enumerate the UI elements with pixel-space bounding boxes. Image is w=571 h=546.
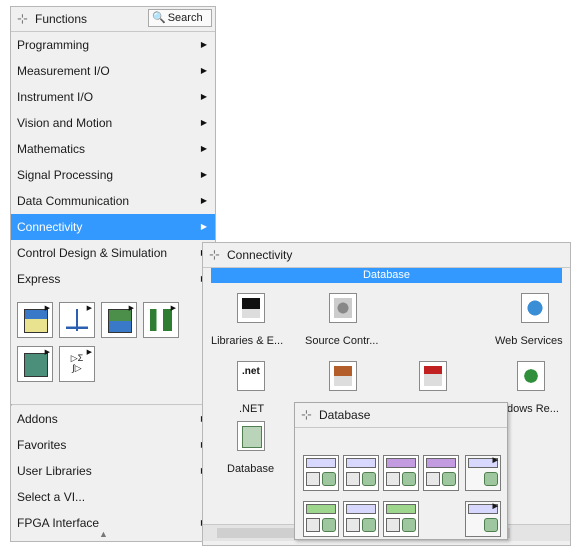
- menu-item-data-communication[interactable]: Data Communication ▶: [11, 188, 215, 214]
- search-button[interactable]: 🔍 Search: [148, 9, 212, 27]
- menu-item-label: Mathematics: [17, 142, 86, 156]
- search-icon: 🔍: [152, 12, 166, 24]
- menu-item-select-vi[interactable]: Select a VI...: [11, 484, 215, 510]
- submenu-arrow-icon: ▶: [200, 40, 207, 49]
- submenu-arrow-icon: ▶: [200, 222, 207, 231]
- submenu-arrow-icon: ▶: [200, 170, 207, 179]
- dotnet-icon[interactable]: .net: [229, 359, 269, 397]
- menu-item-vision-motion[interactable]: Vision and Motion ▶: [11, 110, 215, 136]
- db-utility-subpalette-icon[interactable]: ▶: [465, 501, 501, 537]
- scroll-down-icon[interactable]: ▲: [99, 529, 108, 539]
- menu-item-express[interactable]: Express▶: [11, 266, 215, 292]
- menu-item-user-libraries[interactable]: User Libraries▶: [11, 458, 215, 484]
- activex-connect-icon[interactable]: [321, 359, 361, 397]
- pin-icon[interactable]: ⊹: [301, 407, 312, 423]
- menu-item-label: Select a VI...: [17, 490, 86, 504]
- connectivity-header: ⊹ Connectivity: [203, 243, 570, 268]
- windows-registry-label: dows Re...: [507, 403, 559, 415]
- submenu-arrow-icon: ▶: [200, 92, 207, 101]
- database-icon[interactable]: [229, 419, 269, 457]
- libraries-icon[interactable]: [229, 291, 269, 329]
- menu-item-addons[interactable]: Addons▶: [11, 406, 215, 432]
- libraries-label: Libraries & E...: [211, 335, 284, 347]
- functions-title: Functions: [35, 12, 88, 26]
- db-tools-insert-data-icon[interactable]: [383, 455, 419, 491]
- express-arith-comparison-icon[interactable]: ▷Σ ∫▷ ▶: [59, 346, 95, 382]
- web-services-label: Web Services: [495, 335, 563, 347]
- menu-item-label: Control Design & Simulation: [17, 246, 168, 260]
- menu-item-label: Vision and Motion: [17, 116, 113, 130]
- menu-item-measurement-io[interactable]: Measurement I/O ▶: [11, 58, 215, 84]
- express-exec-control-icon[interactable]: ▶: [17, 346, 53, 382]
- menu-item-programming[interactable]: Programming ▶: [11, 32, 215, 58]
- menu-item-control-design[interactable]: Control Design & Simulation▶: [11, 240, 215, 266]
- express-icon-grid: ▶ ▶ ▶ ▶ ▶ ▷Σ ∫▷ ▶: [11, 292, 215, 404]
- functions-palette: ⊹ Functions 🔍 Search Programming ▶ Measure…: [10, 6, 216, 542]
- db-advanced-subpalette-icon[interactable]: ▶: [465, 455, 501, 491]
- db-tools-open-connection-icon[interactable]: [303, 455, 339, 491]
- db-tools-drop-table-icon[interactable]: [343, 501, 379, 537]
- submenu-arrow-icon: ▶: [200, 118, 207, 127]
- menu-item-instrument-io[interactable]: Instrument I/O ▶: [11, 84, 215, 110]
- menu-item-label: Data Communication: [17, 194, 130, 208]
- dotnet-label: .NET: [239, 403, 265, 415]
- express-analysis-icon[interactable]: ▶: [59, 302, 95, 338]
- menu-item-fpga-interface[interactable]: FPGA Interface▶: [11, 510, 215, 536]
- menu-item-label: Express: [17, 272, 61, 286]
- menu-item-favorites[interactable]: Favorites▶: [11, 432, 215, 458]
- express-input-icon[interactable]: ▶: [17, 302, 53, 338]
- database-header: ⊹ Database: [295, 403, 507, 428]
- menu-item-label: Instrument I/O: [17, 90, 94, 104]
- windows-registry-icon[interactable]: [509, 359, 549, 397]
- menu-item-mathematics[interactable]: Mathematics ▶: [11, 136, 215, 162]
- menu-item-label: Favorites: [17, 438, 67, 452]
- menu-item-label: Addons: [17, 412, 58, 426]
- db-tools-create-table-icon[interactable]: [303, 501, 339, 537]
- database-section-band: Database: [211, 268, 562, 283]
- db-tools-list-tables-icon[interactable]: [383, 501, 419, 537]
- menu-item-label: Signal Processing: [17, 168, 114, 182]
- pin-icon[interactable]: ⊹: [209, 247, 220, 263]
- database-label: Database: [227, 463, 275, 475]
- menu-item-label: Programming: [17, 38, 90, 52]
- db-tools-close-connection-icon[interactable]: [343, 455, 379, 491]
- menu-item-connectivity[interactable]: Connectivity ▶: [11, 214, 215, 240]
- menu-item-label: FPGA Interface: [17, 516, 100, 530]
- menu-item-label: User Libraries: [17, 464, 92, 478]
- pin-icon[interactable]: ⊹: [17, 11, 28, 27]
- db-tools-select-data-icon[interactable]: [423, 455, 459, 491]
- menu-item-label: Measurement I/O: [17, 64, 110, 78]
- submenu-arrow-icon: ▶: [200, 196, 207, 205]
- web-services-icon[interactable]: [513, 291, 553, 329]
- source-control-label: Source Contr...: [305, 335, 379, 347]
- database-palette: ⊹ Database ▶ ▶: [294, 402, 508, 540]
- submenu-arrow-icon: ▶: [200, 144, 207, 153]
- source-control-icon[interactable]: [321, 291, 361, 329]
- activex-icon[interactable]: [411, 359, 451, 397]
- functions-header: ⊹ Functions 🔍 Search: [11, 7, 215, 32]
- search-label: Search: [167, 12, 203, 24]
- express-signal-manipulation-icon[interactable]: ▶: [143, 302, 179, 338]
- express-output-icon[interactable]: ▶: [101, 302, 137, 338]
- connectivity-title: Connectivity: [227, 248, 293, 262]
- menu-item-signal-processing[interactable]: Signal Processing ▶: [11, 162, 215, 188]
- submenu-arrow-icon: ▶: [200, 66, 207, 75]
- menu-item-label: Connectivity: [17, 220, 83, 234]
- database-title: Database: [319, 408, 371, 422]
